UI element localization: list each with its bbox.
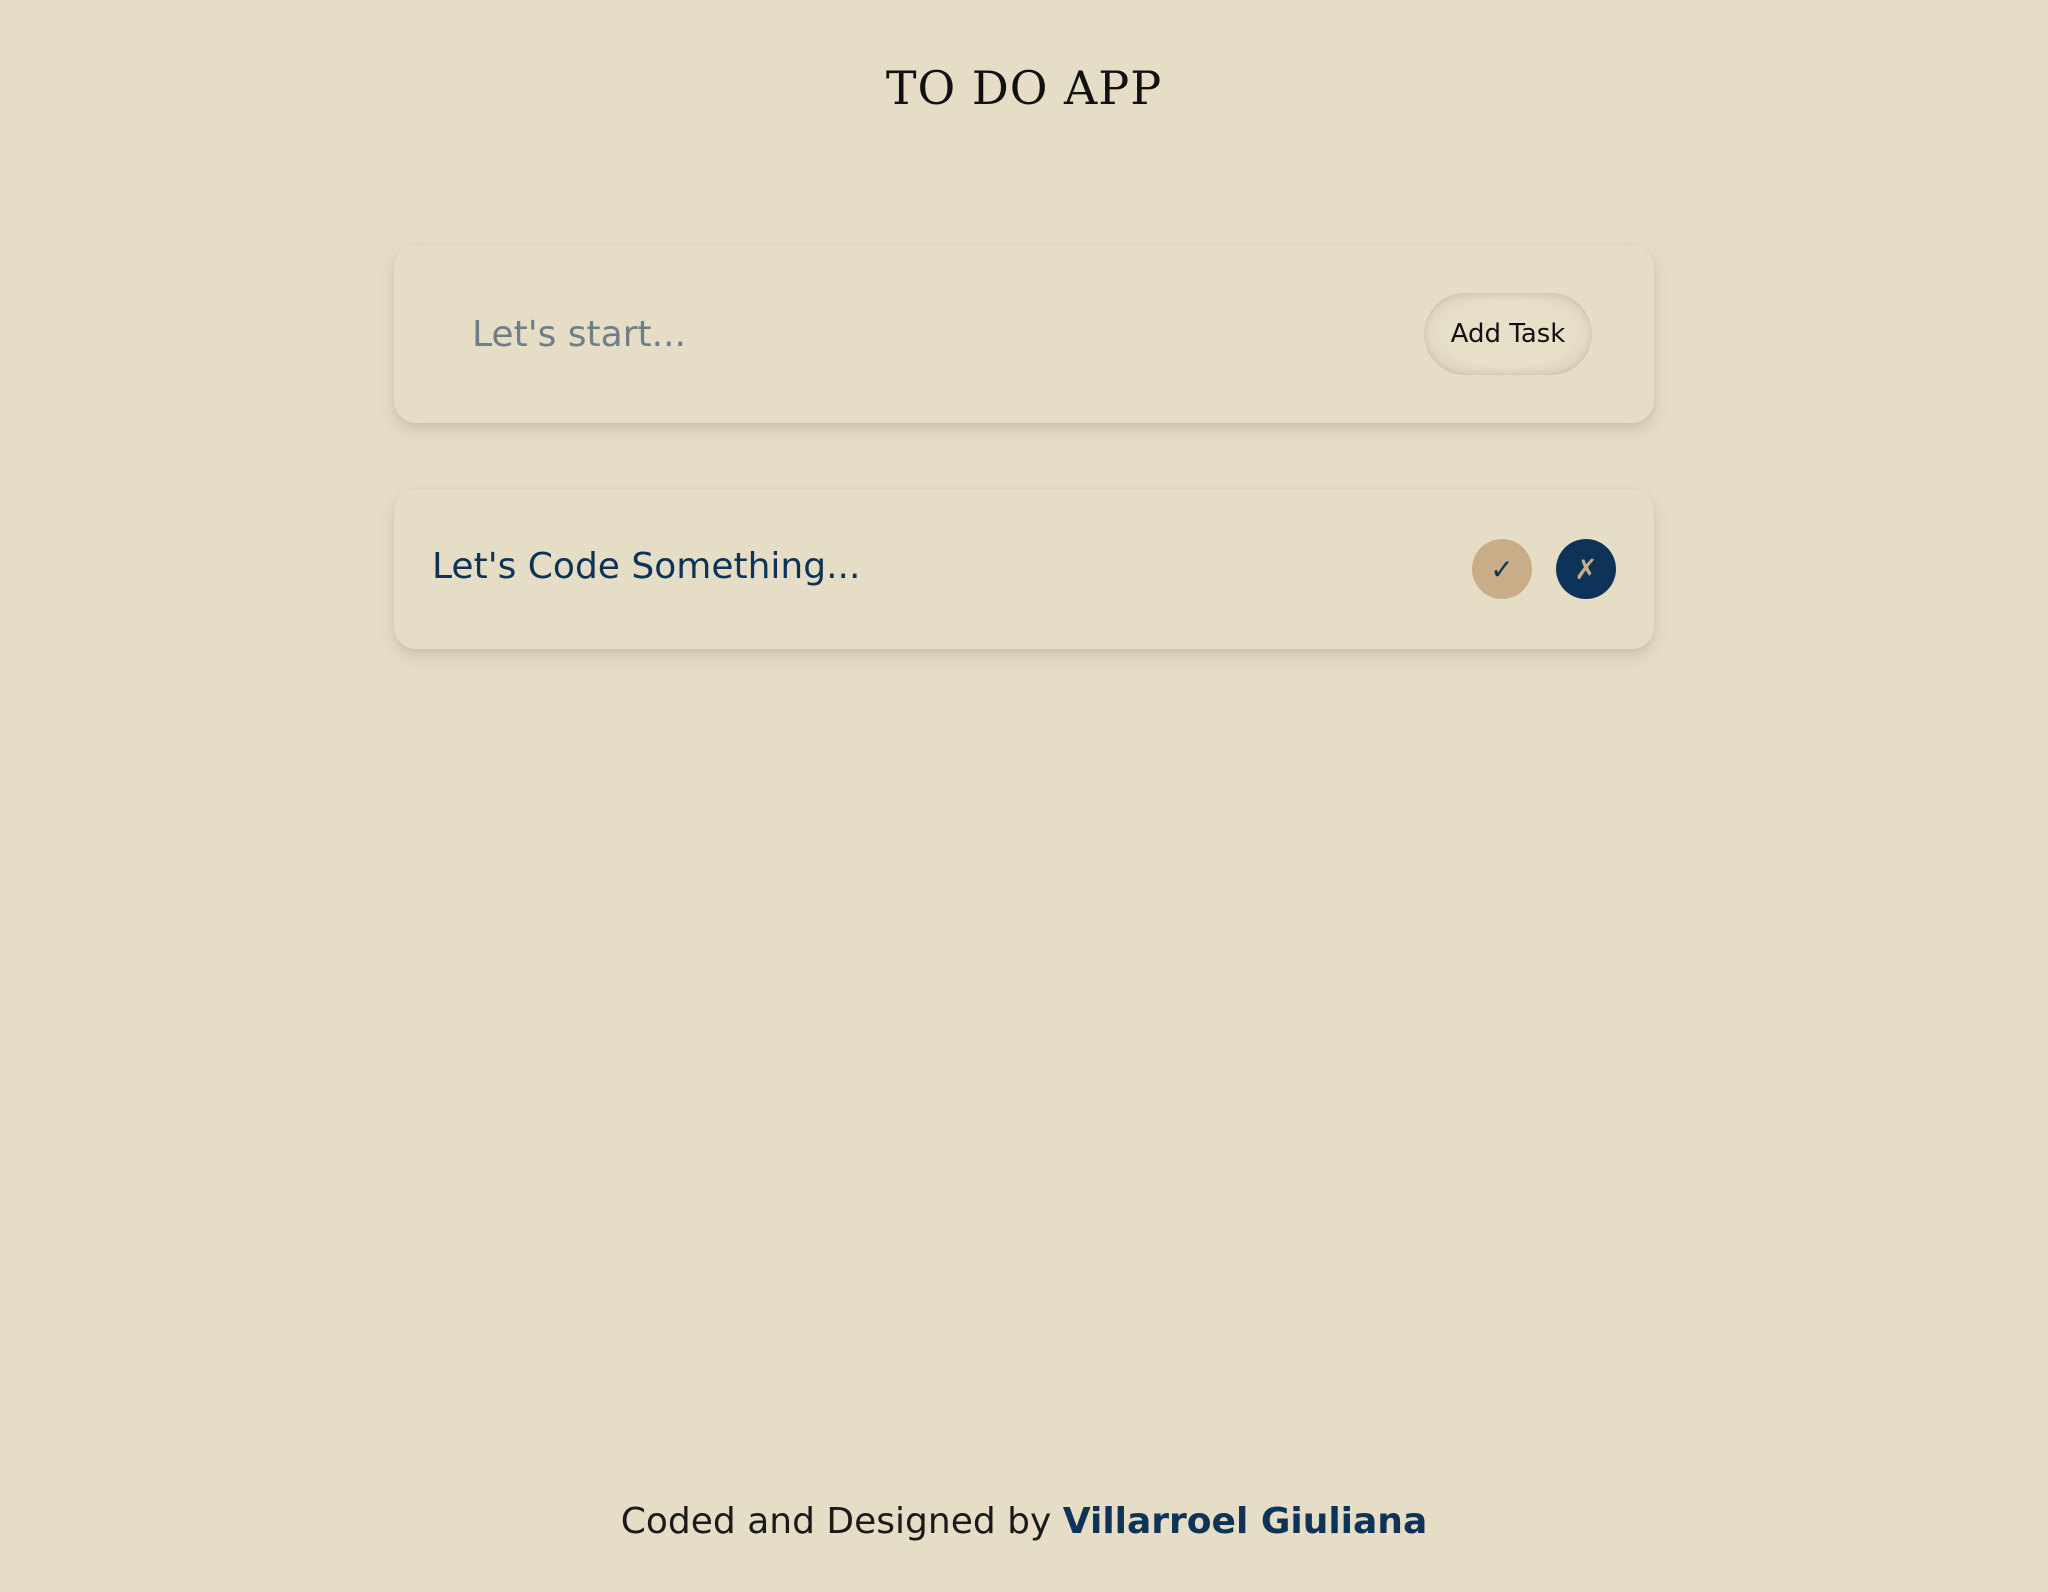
task-item: Let's Code Something... ✓ ✗	[394, 489, 1654, 649]
x-icon: ✗	[1574, 553, 1598, 585]
footer-prefix: Coded and Designed by	[620, 1501, 1052, 1542]
new-task-input[interactable]	[470, 295, 1374, 373]
footer-author: Villarroel Giuliana	[1062, 1501, 1428, 1542]
footer-credit: Coded and Designed by Villarroel Giulian…	[0, 1496, 2048, 1548]
check-icon: ✓	[1490, 553, 1514, 585]
new-task-card: Add Task	[394, 245, 1654, 423]
complete-task-button[interactable]: ✓	[1472, 539, 1532, 599]
add-task-button[interactable]: Add Task	[1424, 293, 1592, 375]
app-title: TO DO APP	[885, 61, 1163, 115]
task-text: Let's Code Something...	[432, 546, 861, 587]
delete-task-button[interactable]: ✗	[1556, 539, 1616, 599]
